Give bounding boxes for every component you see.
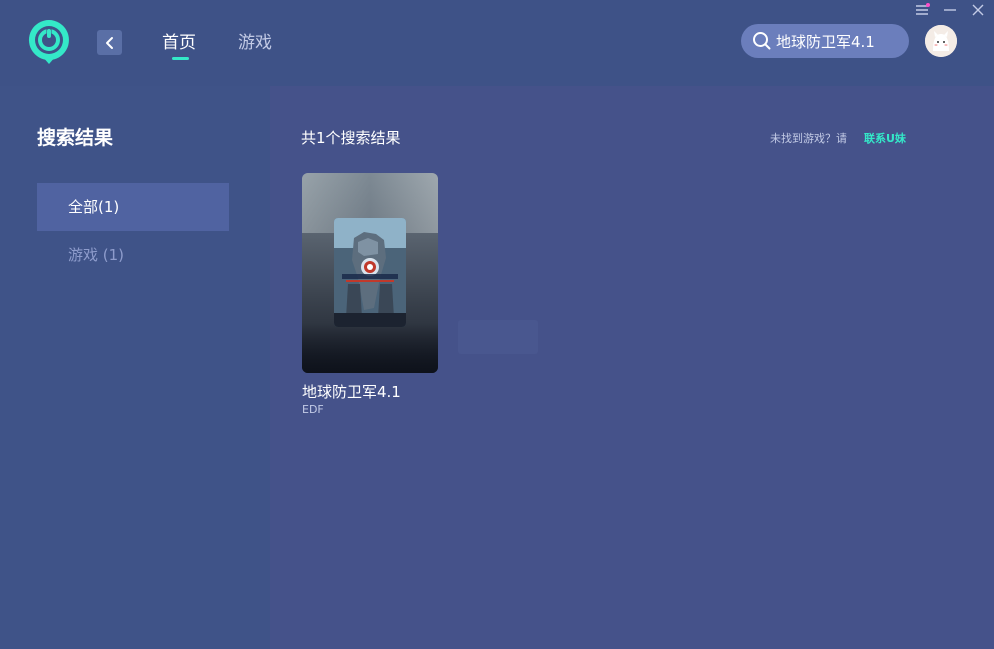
avatar[interactable] (925, 25, 957, 57)
close-icon[interactable] (970, 2, 986, 18)
game-cover-image (334, 218, 406, 327)
top-bar: 首页 游戏 (0, 0, 994, 86)
game-title[interactable]: 地球防卫军4.1 (302, 381, 401, 402)
tab-home[interactable]: 首页 (162, 32, 196, 54)
search-input[interactable] (776, 32, 901, 50)
game-cover-art (334, 218, 406, 327)
notification-dot (926, 3, 930, 7)
contact-link[interactable]: 联系U妹 (864, 130, 906, 146)
back-button[interactable] (97, 30, 122, 55)
sidebar-title: 搜索结果 (37, 127, 114, 149)
result-count: 共1个搜索结果 (301, 129, 401, 147)
chevron-left-icon (105, 36, 113, 49)
search-icon[interactable] (752, 31, 772, 51)
game-subtitle: EDF (302, 403, 324, 416)
sidebar-item-games[interactable]: 游戏 (1) (37, 231, 229, 279)
search-box[interactable] (741, 24, 909, 58)
hover-ghost (458, 320, 538, 354)
user-avatar-icon (925, 25, 957, 57)
minimize-icon[interactable] (942, 2, 958, 18)
tab-games[interactable]: 游戏 (238, 32, 272, 54)
sidebar-item-all[interactable]: 全部(1) (37, 183, 229, 231)
sidebar (0, 86, 270, 649)
active-tab-indicator (172, 57, 189, 60)
game-card[interactable] (302, 173, 438, 373)
not-found-text: 未找到游戏？请 (770, 132, 847, 145)
card-shade (302, 323, 438, 373)
app-logo-icon[interactable] (26, 17, 72, 65)
